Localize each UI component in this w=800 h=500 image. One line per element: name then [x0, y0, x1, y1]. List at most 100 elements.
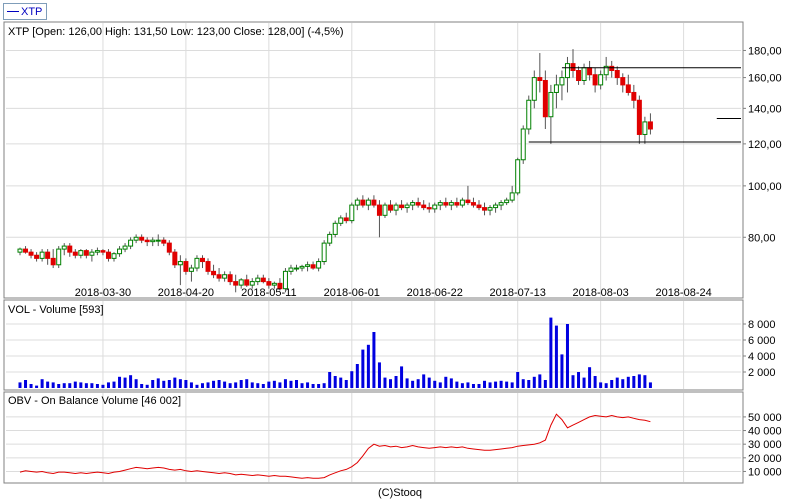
candle-body: [78, 250, 84, 256]
volume-bar: [200, 383, 204, 388]
volume-bar: [355, 364, 359, 388]
candle-body: [476, 204, 482, 209]
obv-y-tick-label: 20 000: [748, 453, 782, 465]
volume-bar: [416, 379, 420, 388]
candle-body: [399, 204, 405, 209]
volume-bar: [532, 376, 536, 388]
candle-body: [316, 261, 322, 269]
volume-bar: [527, 380, 531, 388]
candle-body: [349, 204, 355, 222]
volume-bar: [90, 383, 94, 388]
price-y-tick-label: 180,00: [748, 45, 782, 57]
candle-body: [509, 192, 515, 201]
candle-body: [470, 202, 476, 206]
candle-body: [526, 99, 532, 130]
candle-body: [139, 236, 145, 241]
volume-bar: [51, 382, 55, 388]
volume-bar: [549, 317, 553, 388]
volume-bar: [433, 380, 437, 388]
candle-body: [266, 281, 272, 286]
candle-body: [365, 199, 371, 206]
volume-bar: [383, 377, 387, 388]
volume-bar: [46, 381, 50, 388]
candle-body: [271, 282, 277, 286]
candle-body: [299, 265, 305, 269]
volume-bar: [129, 375, 133, 388]
volume-bar: [466, 382, 470, 388]
volume-bar: [621, 379, 625, 388]
candle-body: [305, 264, 311, 267]
candle-body: [17, 248, 23, 253]
volume-bar: [477, 384, 481, 388]
volume-bar: [411, 380, 415, 388]
candle-body: [388, 204, 394, 211]
volume-bar: [206, 382, 210, 388]
candle-body: [636, 99, 642, 135]
candle-body: [459, 199, 465, 206]
volume-bar: [261, 384, 265, 388]
candle-body: [28, 251, 34, 256]
volume-bar: [565, 324, 569, 388]
volume-bar: [488, 382, 492, 388]
stock-chart: 80,00 100,00 120,00 140,00 160,00 180,00 2 000…: [3, 21, 782, 499]
volume-bar: [455, 381, 459, 388]
volume-y-tick-label: 6 000: [748, 335, 776, 347]
volume-bar: [333, 376, 337, 388]
candle-body: [144, 239, 150, 243]
footer-copyright: (C)Stooq: [378, 487, 422, 499]
candle-body: [50, 257, 56, 266]
volume-bar: [300, 383, 304, 388]
volume-bar: [223, 381, 227, 388]
volume-bar: [449, 378, 453, 388]
volume-bar: [604, 383, 608, 388]
volume-bar: [29, 384, 33, 388]
x-tick-label: 2018-06-22: [407, 287, 463, 299]
volume-bar: [339, 377, 343, 388]
volume-bar: [560, 354, 564, 388]
candle-body: [581, 67, 587, 81]
volume-bar: [306, 382, 310, 388]
candle-body: [448, 202, 454, 206]
volume-bar: [256, 383, 260, 388]
candle-body: [376, 204, 382, 216]
candle-body: [117, 248, 123, 255]
x-tick-label: 2018-04-20: [158, 287, 214, 299]
volume-bar: [405, 378, 409, 388]
candle-body: [410, 202, 416, 206]
candle-body: [437, 202, 443, 206]
volume-bar: [101, 384, 105, 388]
volume-bar: [632, 376, 636, 388]
volume-bar: [18, 382, 22, 388]
volume-bar: [195, 384, 199, 388]
candle-body: [415, 202, 421, 206]
volume-bar: [615, 377, 619, 388]
candle-body: [487, 207, 493, 211]
candle-body: [205, 261, 211, 272]
volume-bar: [494, 381, 498, 388]
candle-body: [537, 77, 543, 81]
candle-body: [227, 274, 233, 283]
candle-body: [576, 70, 582, 81]
candle-body: [56, 248, 62, 266]
candle-body: [100, 250, 106, 253]
x-tick-label: 2018-08-24: [655, 287, 711, 299]
price-y-tick-label: 120,00: [748, 139, 782, 151]
volume-bar: [167, 380, 171, 388]
volume-bar: [554, 325, 558, 388]
obv-y-tick-label: 10 000: [748, 466, 782, 478]
volume-bar: [361, 349, 365, 388]
volume-bar: [328, 372, 332, 388]
volume-bar: [250, 382, 254, 388]
volume-bar: [350, 371, 354, 388]
volume-bar: [610, 380, 614, 388]
x-tick-label: 2018-07-13: [490, 287, 546, 299]
volume-bar: [162, 380, 166, 388]
candle-body: [34, 254, 40, 259]
candle-body: [465, 199, 471, 204]
volume-bar: [593, 376, 597, 388]
candle-body: [211, 270, 217, 276]
candle-body: [498, 202, 504, 206]
candle-body: [260, 277, 266, 283]
candle-body: [233, 281, 239, 286]
candle-body: [426, 207, 432, 210]
